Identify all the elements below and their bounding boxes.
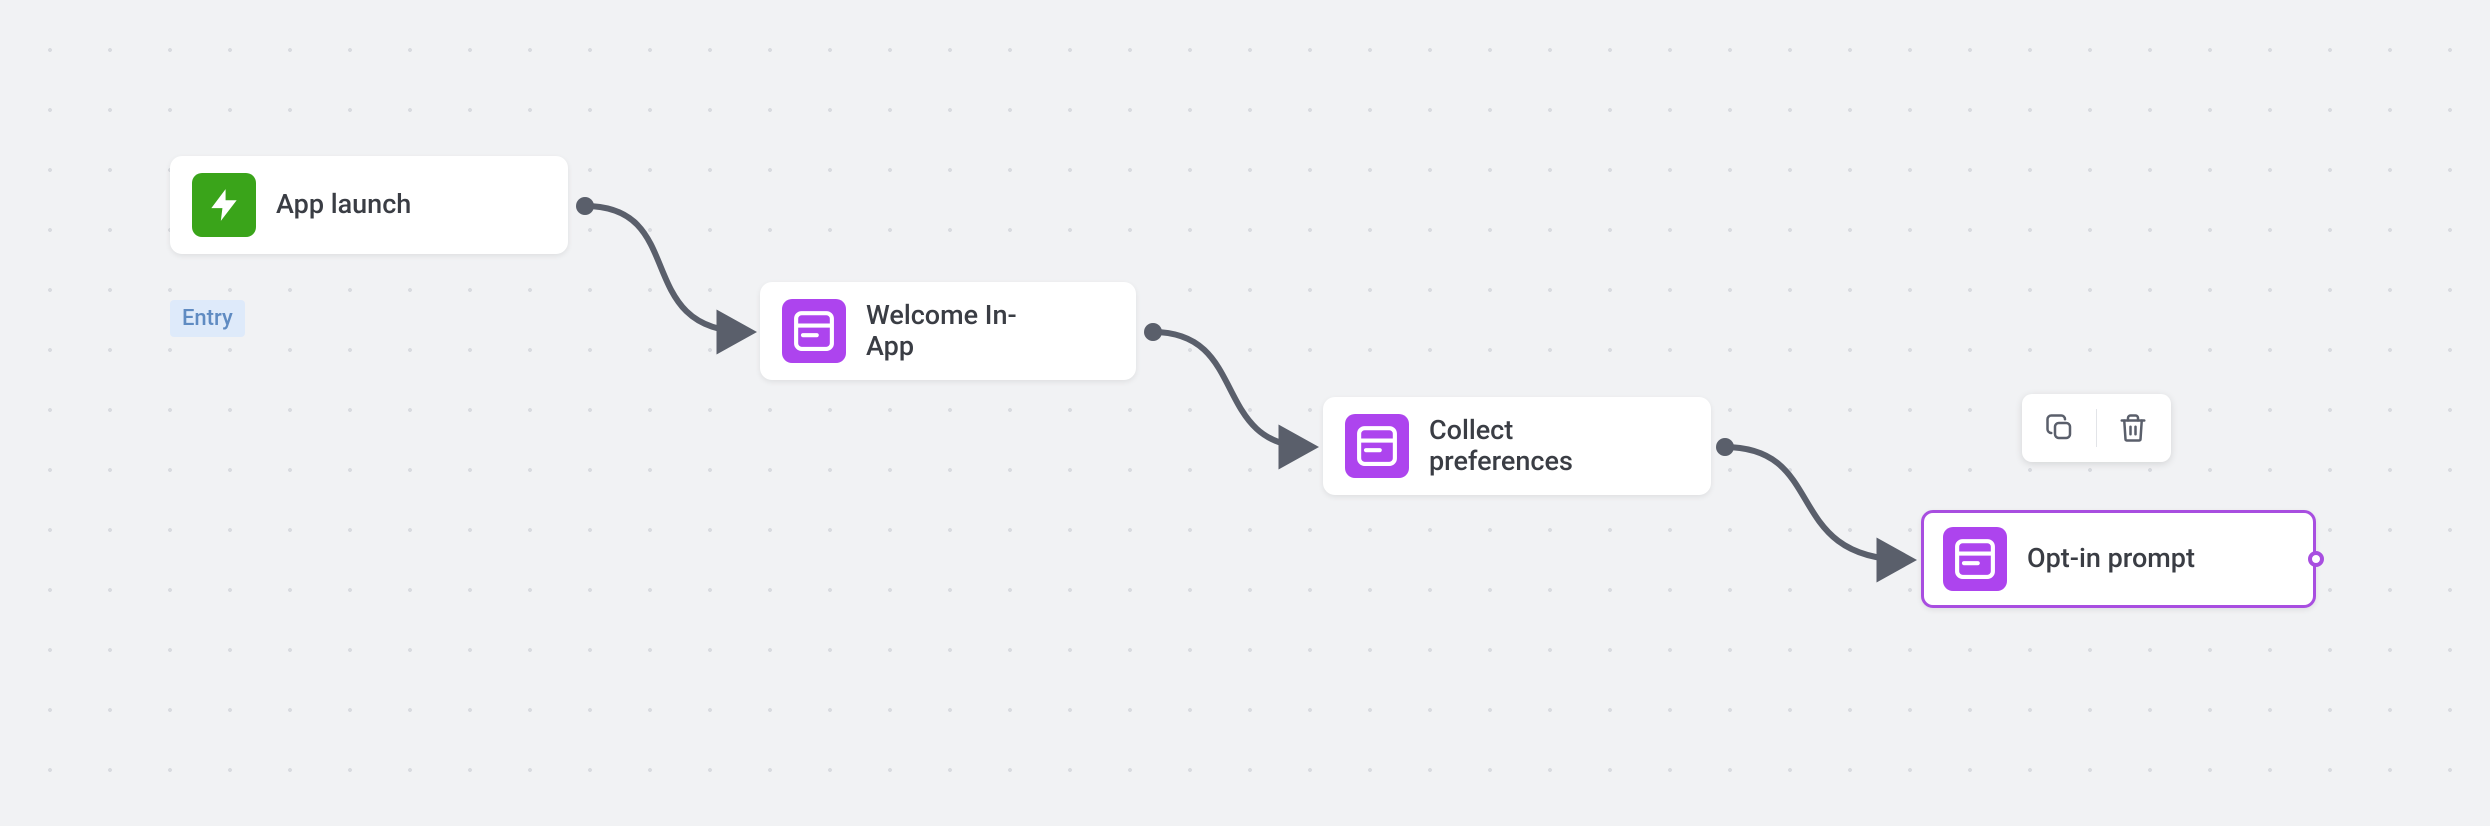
node-label: App launch bbox=[276, 189, 411, 220]
node-opt-in-prompt[interactable]: Opt-in prompt bbox=[1921, 510, 2316, 608]
output-port[interactable] bbox=[576, 197, 594, 215]
trash-icon bbox=[2118, 413, 2148, 443]
window-icon bbox=[1345, 414, 1409, 478]
flow-canvas[interactable]: App launch Entry Welcome In- App Collect… bbox=[0, 0, 2490, 826]
toolbar-divider bbox=[2096, 409, 2097, 447]
output-port[interactable] bbox=[1716, 438, 1734, 456]
window-icon bbox=[782, 299, 846, 363]
node-label: Opt-in prompt bbox=[2027, 543, 2195, 574]
output-port-open[interactable] bbox=[2308, 551, 2324, 567]
duplicate-button[interactable] bbox=[2038, 406, 2082, 450]
node-label: Collect preferences bbox=[1429, 415, 1573, 477]
entry-tag: Entry bbox=[170, 300, 245, 337]
bolt-icon bbox=[192, 173, 256, 237]
delete-button[interactable] bbox=[2111, 406, 2155, 450]
node-toolbar bbox=[2022, 394, 2171, 462]
window-icon bbox=[1943, 527, 2007, 591]
node-collect-preferences[interactable]: Collect preferences bbox=[1323, 397, 1711, 495]
output-port[interactable] bbox=[1144, 323, 1162, 341]
node-app-launch[interactable]: App launch bbox=[170, 156, 568, 254]
node-label: Welcome In- App bbox=[866, 300, 1017, 362]
node-welcome-in-app[interactable]: Welcome In- App bbox=[760, 282, 1136, 380]
copy-icon bbox=[2045, 413, 2075, 443]
